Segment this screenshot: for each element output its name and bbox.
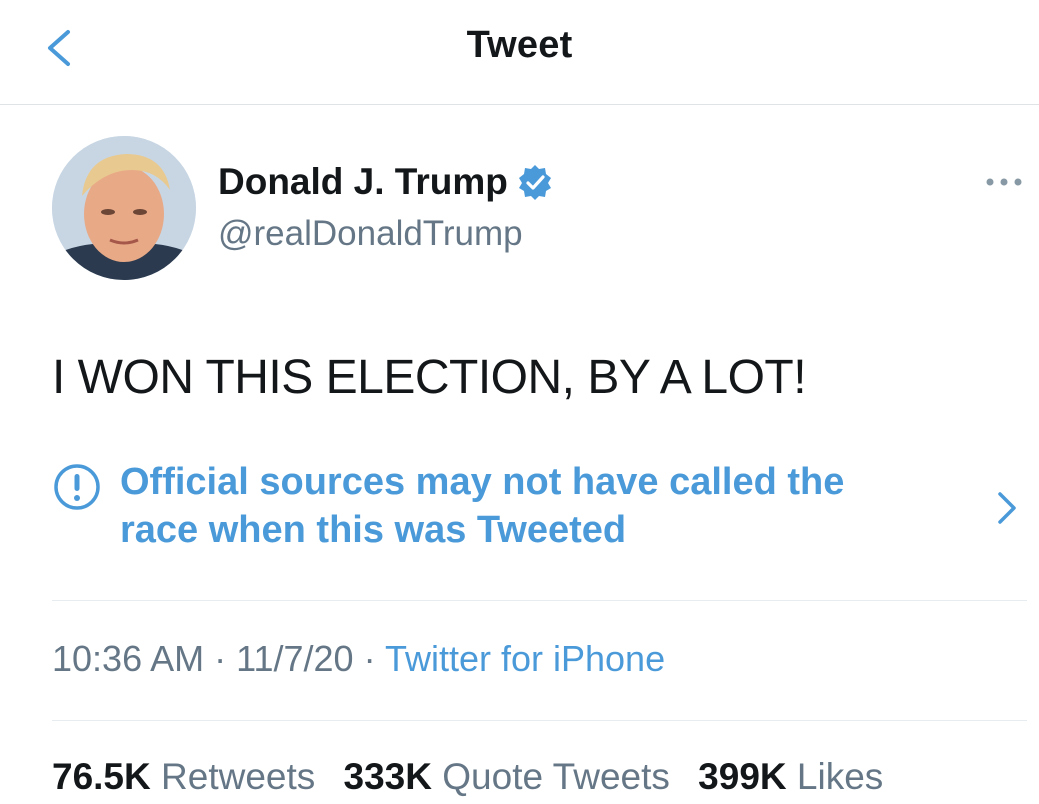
verified-badge-icon [518, 165, 551, 200]
likes-count: 399K [698, 756, 787, 797]
quote-tweets-stat[interactable]: 333K Quote Tweets [344, 756, 670, 797]
meta-separator: · [214, 638, 227, 679]
avatar[interactable] [52, 136, 196, 280]
exclamation-circle-icon [54, 464, 100, 510]
tweet-stats: 76.5K Retweets 333K Quote Tweets 399K Li… [52, 756, 883, 798]
author-name-row: Donald J. Trump [218, 158, 554, 206]
chevron-right-icon [998, 492, 1016, 524]
likes-stat[interactable]: 399K Likes [698, 756, 883, 797]
divider [52, 720, 1027, 721]
author-handle[interactable]: @realDonaldTrump [218, 214, 523, 254]
retweets-label: Retweets [161, 756, 316, 797]
quote-tweets-label: Quote Tweets [442, 756, 670, 797]
meta-separator: · [363, 638, 376, 679]
tweet-meta: 10:36 AM · 11/7/20 · Twitter for iPhone [52, 638, 665, 680]
election-notice-link[interactable]: Official sources may not have called the… [52, 458, 1027, 558]
likes-label: Likes [796, 756, 884, 797]
quote-tweets-count: 333K [343, 756, 432, 797]
page-title: Tweet [466, 24, 573, 66]
retweets-count: 76.5K [52, 756, 151, 797]
notice-line-1: Official sources may not have called the [120, 461, 845, 503]
tweet-time: 10:36 AM [52, 638, 205, 679]
profile-photo [52, 136, 196, 280]
divider [52, 600, 1027, 601]
ellipsis-icon [986, 178, 1022, 186]
app-header: Tweet [0, 0, 1039, 105]
retweets-stat[interactable]: 76.5K Retweets [52, 756, 315, 797]
notice-line-2: race when this was Tweeted [120, 509, 627, 551]
tweet-source-link[interactable]: Twitter for iPhone [385, 638, 665, 679]
tweet-date: 11/7/20 [236, 638, 354, 679]
notice-text: Official sources may not have called the… [120, 458, 844, 554]
tweet-text: I WON THIS ELECTION, BY A LOT! [52, 351, 807, 404]
author-display-name[interactable]: Donald J. Trump [218, 161, 508, 203]
more-options-button[interactable] [982, 168, 1026, 196]
